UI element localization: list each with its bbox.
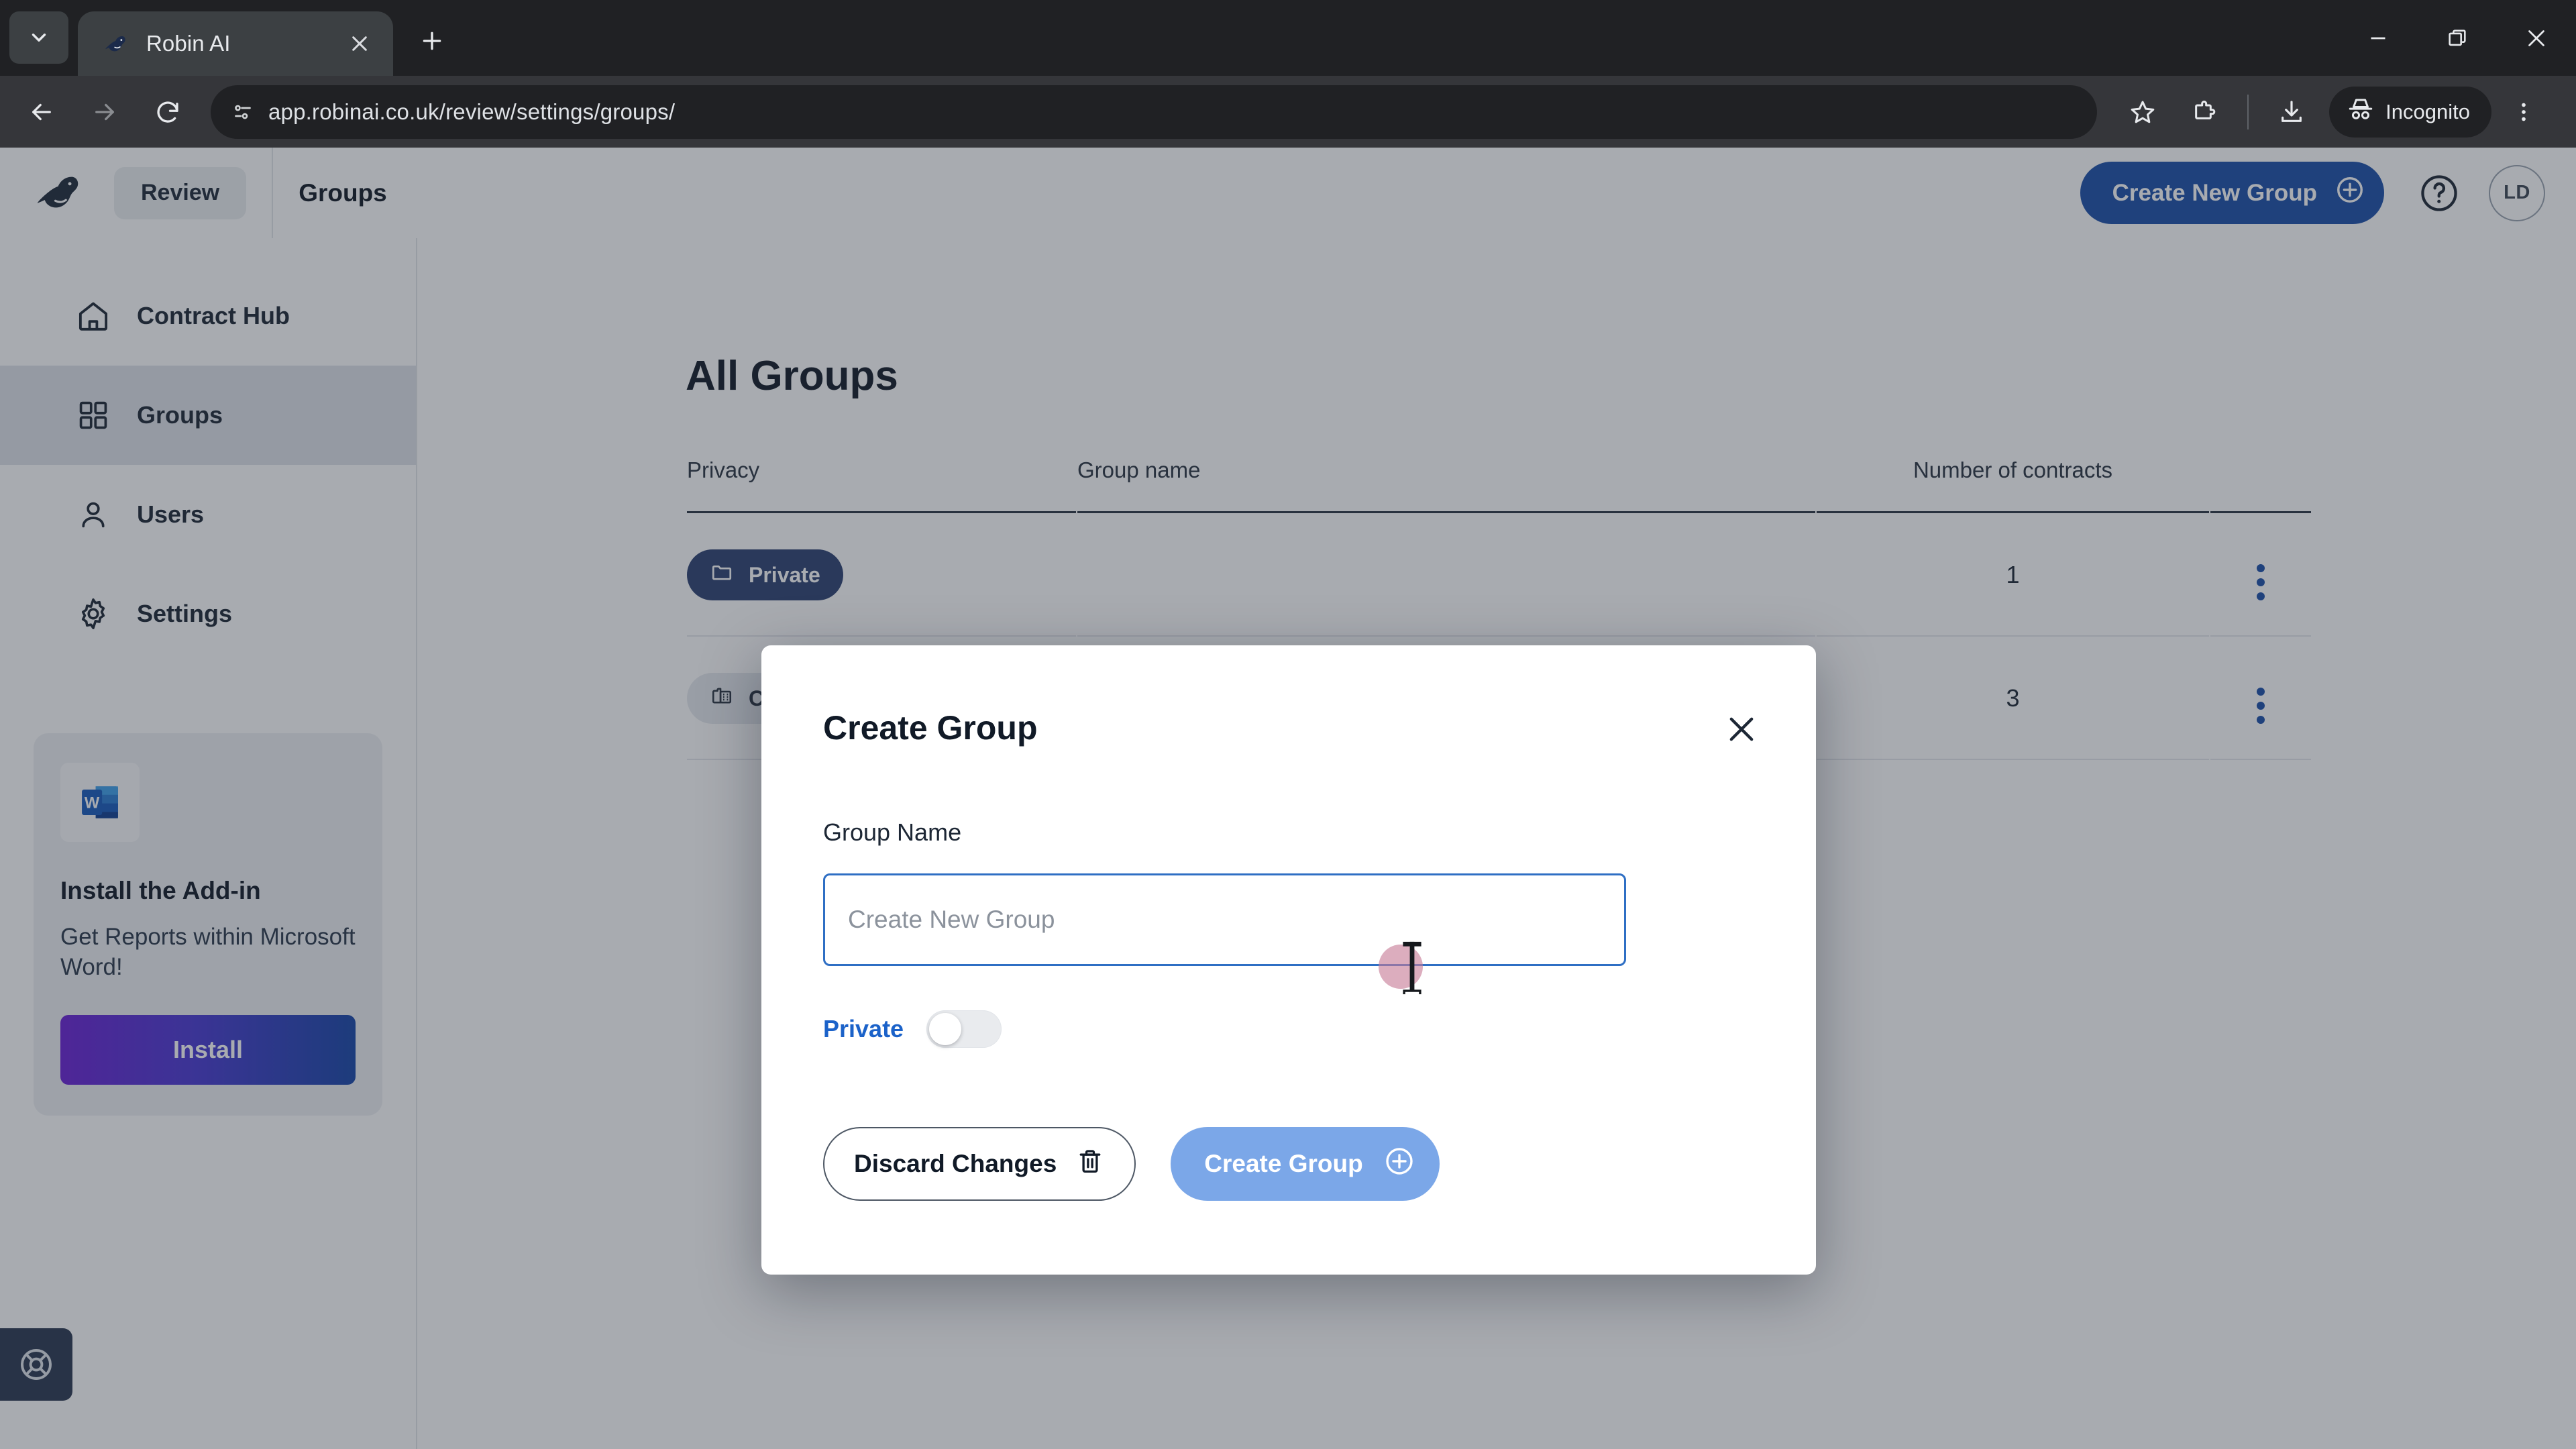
download-icon[interactable]	[2262, 83, 2321, 142]
trash-icon	[1075, 1146, 1105, 1182]
modal-header: Create Group	[823, 645, 1754, 754]
private-toggle[interactable]	[926, 1010, 1002, 1048]
discard-changes-label: Discard Changes	[854, 1150, 1057, 1177]
toolbar-actions: Incognito	[2113, 83, 2553, 142]
toggle-knob	[929, 1013, 962, 1045]
url-text: app.robinai.co.uk/review/settings/groups…	[268, 99, 676, 124]
three-dot-menu-icon[interactable]	[2494, 83, 2553, 142]
browser-toolbar: app.robinai.co.uk/review/settings/groups…	[0, 76, 2576, 148]
discard-changes-button[interactable]: Discard Changes	[823, 1127, 1136, 1201]
close-icon[interactable]	[2497, 0, 2576, 76]
new-tab-button[interactable]	[407, 15, 458, 66]
page-viewport: Review Groups Create New Group LD Contra…	[0, 148, 2576, 1449]
tab-search-button[interactable]	[9, 11, 68, 64]
create-group-modal: Create Group Group Name Private Discard …	[761, 645, 1816, 1275]
star-icon[interactable]	[2113, 83, 2172, 142]
incognito-spy-icon	[2347, 95, 2375, 129]
restore-icon[interactable]	[2418, 0, 2497, 76]
extensions-puzzle-icon[interactable]	[2175, 83, 2234, 142]
toolbar-divider	[2247, 94, 2249, 129]
modal-actions: Discard Changes Create Group	[823, 1127, 1754, 1201]
address-bar[interactable]: app.robinai.co.uk/review/settings/groups…	[211, 85, 2098, 139]
private-toggle-label: Private	[823, 1015, 904, 1042]
modal-title: Create Group	[823, 709, 1038, 747]
tab-close-icon[interactable]	[342, 26, 377, 61]
back-arrow-icon[interactable]	[12, 83, 71, 142]
incognito-indicator[interactable]: Incognito	[2329, 86, 2491, 138]
minimize-icon[interactable]	[2339, 0, 2418, 76]
incognito-label: Incognito	[2385, 99, 2470, 123]
group-name-input[interactable]	[823, 873, 1626, 966]
close-x-icon[interactable]	[1717, 704, 1766, 754]
robin-bird-favicon	[101, 28, 131, 59]
tab-title: Robin AI	[146, 31, 231, 56]
group-name-label: Group Name	[823, 818, 962, 846]
forward-arrow-icon[interactable]	[75, 83, 134, 142]
reload-icon[interactable]	[138, 83, 197, 142]
page-info-icon[interactable]	[221, 91, 264, 133]
window-controls	[2339, 0, 2576, 76]
browser-window: Robin AI app.robinai.co.uk/review/settin…	[0, 0, 2576, 1449]
private-toggle-row: Private	[823, 1010, 1754, 1048]
plus-circle-icon	[1383, 1145, 1415, 1183]
create-group-submit-button[interactable]: Create Group	[1171, 1127, 1440, 1201]
create-group-label: Create Group	[1204, 1150, 1363, 1177]
robin-ai-app: Review Groups Create New Group LD Contra…	[0, 148, 2576, 1449]
browser-tab-robin-ai[interactable]: Robin AI	[78, 11, 393, 76]
tab-strip: Robin AI	[0, 0, 2576, 76]
